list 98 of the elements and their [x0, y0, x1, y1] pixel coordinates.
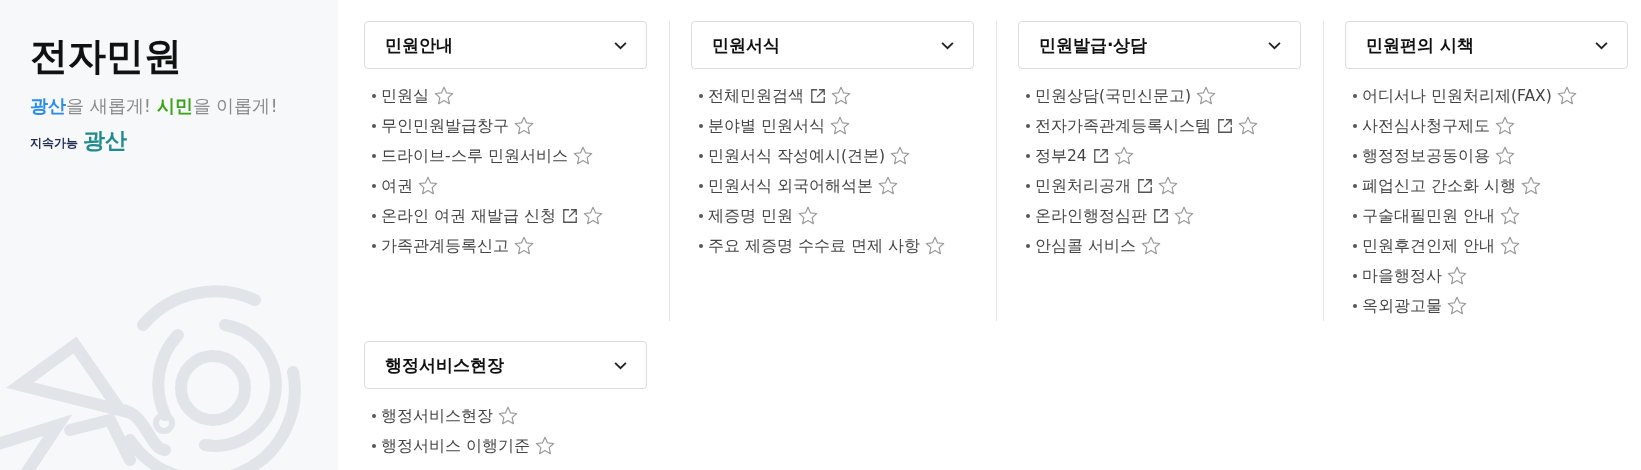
page-title: 전자민원: [30, 34, 183, 80]
bullet-icon: [1026, 94, 1030, 98]
star-icon[interactable]: [1237, 115, 1259, 137]
star-icon[interactable]: [433, 85, 455, 107]
menu-link[interactable]: 행정정보공동이용: [1362, 145, 1490, 167]
menu-link[interactable]: 민원상담(국민신문고): [1035, 85, 1192, 107]
menu-link[interactable]: 제증명 민원: [708, 205, 793, 227]
menu-link[interactable]: 민원처리공개: [1035, 175, 1131, 197]
bullet-icon: [1353, 154, 1357, 158]
star-icon[interactable]: [533, 435, 556, 457]
star-icon[interactable]: [1498, 205, 1521, 227]
bullet-icon: [1353, 274, 1357, 278]
menu-link[interactable]: 행정서비스현장: [381, 405, 493, 427]
chevron-icon: [613, 360, 628, 370]
menu-link[interactable]: 정부24: [1035, 145, 1087, 167]
bullet-icon: [1026, 184, 1030, 188]
menu-link[interactable]: 구술대필민원 안내: [1362, 205, 1495, 227]
menu-link[interactable]: 전자가족관계등록시스템: [1035, 115, 1211, 137]
star-icon[interactable]: [876, 175, 899, 197]
star-icon[interactable]: [830, 85, 852, 107]
star-icon[interactable]: [513, 235, 535, 257]
slogan-text: 광산을 새롭게! 시민을 이롭게!: [30, 93, 279, 118]
menu-link[interactable]: 주요 제증명 수수료 면제 사항: [708, 235, 920, 257]
menu-link[interactable]: 민원후견인제 안내: [1362, 235, 1495, 257]
bullet-icon: [1026, 244, 1030, 248]
logo-name: 광산: [83, 129, 127, 152]
star-icon[interactable]: [1112, 145, 1135, 167]
bullet-icon: [699, 214, 703, 218]
bullet-icon: [699, 94, 703, 98]
star-icon[interactable]: [1498, 235, 1521, 257]
star-icon[interactable]: [1446, 295, 1468, 317]
bullet-icon: [699, 184, 703, 188]
menu-dropdown[interactable]: 민원발급·상담: [1018, 21, 1301, 69]
bullet-icon: [372, 94, 376, 98]
star-icon[interactable]: [1555, 85, 1578, 107]
bullet-icon: [372, 244, 376, 248]
star-icon[interactable]: [1173, 205, 1195, 227]
bullet-icon: [1353, 184, 1357, 188]
star-icon[interactable]: [417, 175, 439, 197]
menu-link[interactable]: 민원실: [381, 85, 429, 107]
menu-link[interactable]: 여권: [381, 175, 413, 197]
menu-link[interactable]: 전체민원검색: [708, 85, 804, 107]
chevron-icon: [1267, 40, 1282, 50]
star-icon[interactable]: [581, 205, 604, 227]
star-icon[interactable]: [1195, 85, 1218, 107]
bullet-icon: [1026, 124, 1030, 128]
logo-prefix: 지속가능: [30, 134, 78, 152]
bullet-icon: [699, 154, 703, 158]
menu-link[interactable]: 온라인 여권 재발급 신청: [381, 205, 556, 227]
bullet-icon: [372, 154, 376, 158]
bullet-icon: [1353, 244, 1357, 248]
menu-link[interactable]: 사전심사청구제도: [1362, 115, 1490, 137]
bullet-icon: [1353, 124, 1357, 128]
bullet-icon: [1353, 214, 1357, 218]
menu-dropdown[interactable]: 민원안내: [364, 21, 647, 69]
menu-link[interactable]: 가족관계등록신고: [381, 235, 509, 257]
bullet-icon: [372, 184, 376, 188]
bullet-icon: [699, 124, 703, 128]
menu-link[interactable]: 마을행정사: [1362, 265, 1442, 287]
star-icon[interactable]: [1139, 235, 1162, 257]
star-icon[interactable]: [828, 115, 851, 137]
star-icon[interactable]: [571, 145, 594, 167]
menu-link[interactable]: 온라인행정심판: [1035, 205, 1147, 227]
bullet-icon: [1353, 94, 1357, 98]
bullet-icon: [372, 444, 376, 448]
star-icon[interactable]: [497, 405, 519, 427]
menu-link[interactable]: 폐업신고 간소화 시행: [1362, 175, 1516, 197]
menu-link[interactable]: 드라이브-스루 민원서비스: [381, 145, 568, 167]
chevron-icon: [940, 40, 955, 50]
star-icon[interactable]: [1494, 115, 1516, 137]
chevron-icon: [613, 40, 628, 50]
menu-link[interactable]: 안심콜 서비스: [1035, 235, 1136, 257]
bullet-icon: [1026, 154, 1030, 158]
star-icon[interactable]: [796, 205, 819, 227]
star-icon[interactable]: [889, 145, 912, 167]
menu-link[interactable]: 분야별 민원서식: [708, 115, 825, 137]
menu-link[interactable]: 민원서식 작성예시(견본): [708, 145, 886, 167]
star-icon[interactable]: [513, 115, 535, 137]
bullet-icon: [372, 124, 376, 128]
menu-dropdown[interactable]: 민원편의 시책: [1345, 21, 1628, 69]
menu-link[interactable]: 민원서식 외국어해석본: [708, 175, 873, 197]
bullet-icon: [372, 214, 376, 218]
star-icon[interactable]: [1519, 175, 1542, 197]
bullet-icon: [699, 244, 703, 248]
menu-link[interactable]: 옥외광고물: [1362, 295, 1442, 317]
chevron-icon: [1594, 40, 1609, 50]
star-icon[interactable]: [1446, 265, 1468, 287]
menu-dropdown[interactable]: 행정서비스현장: [364, 341, 647, 389]
star-icon[interactable]: [923, 235, 946, 257]
star-icon[interactable]: [1157, 175, 1179, 197]
menu-link[interactable]: 어디서나 민원처리제(FAX): [1362, 85, 1552, 107]
menu-link[interactable]: 무인민원발급창구: [381, 115, 509, 137]
bullet-icon: [1353, 304, 1357, 308]
bullet-icon: [372, 414, 376, 418]
menu-dropdown[interactable]: 민원서식: [691, 21, 974, 69]
bullet-icon: [1026, 214, 1030, 218]
menu-link[interactable]: 행정서비스 이행기준: [381, 435, 530, 457]
star-icon[interactable]: [1494, 145, 1516, 167]
